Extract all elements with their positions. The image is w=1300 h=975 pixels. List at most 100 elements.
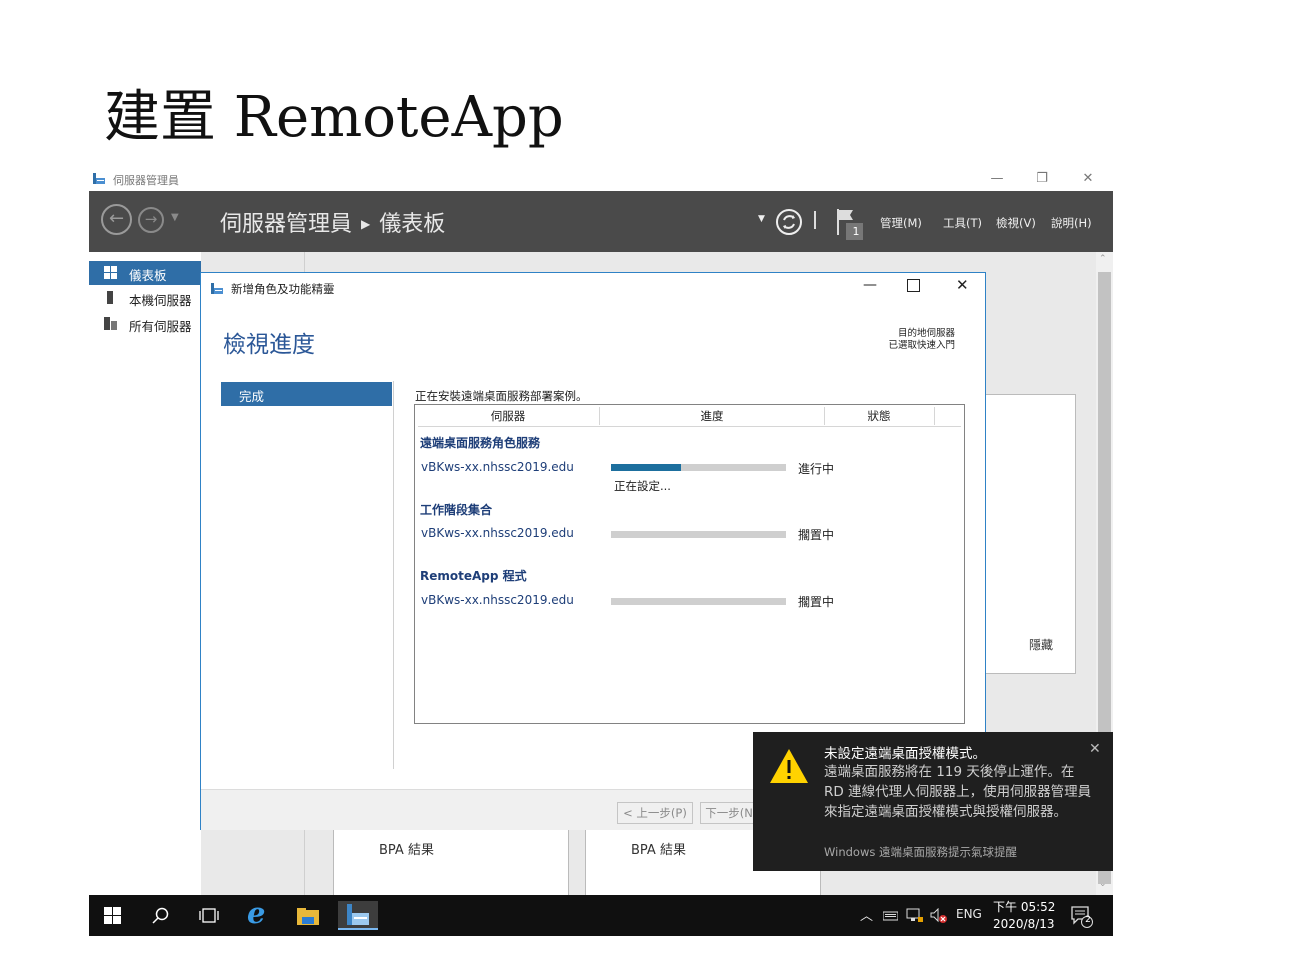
server-name: vBKws-xx.nhssc2019.edu bbox=[421, 460, 574, 474]
sidebar: 儀表板 本機伺服器 所有伺服器 bbox=[89, 252, 201, 896]
sidebar-item-all-servers[interactable]: 所有伺服器 bbox=[89, 312, 201, 336]
group-header: RemoteApp 程式 bbox=[420, 569, 527, 583]
menu-manage[interactable]: 管理(M) bbox=[880, 215, 922, 231]
server-manager-app-icon bbox=[93, 173, 105, 184]
restore-button[interactable]: ❐ bbox=[1027, 168, 1057, 190]
bpa-result-label[interactable]: BPA 結果 bbox=[379, 839, 434, 858]
wizard-close-button[interactable]: ✕ bbox=[956, 276, 969, 294]
server-icon bbox=[107, 291, 113, 304]
wizard-maximize-button[interactable] bbox=[907, 279, 920, 292]
start-icon bbox=[104, 907, 121, 924]
progress-bar bbox=[611, 598, 786, 605]
wizard-separator bbox=[393, 381, 394, 769]
server-manager-header: ← → ▼ 伺服器管理員 ▶ 儀表板 ▼ 1 管理(M) 工具(T) 檢視(V) 說… bbox=[89, 191, 1113, 252]
progress-bar bbox=[611, 531, 786, 538]
internet-explorer-button[interactable]: e bbox=[239, 896, 279, 930]
previous-button[interactable]: < 上一步(P) bbox=[617, 802, 693, 824]
file-explorer-icon bbox=[297, 908, 319, 925]
wizard-heading: 檢視進度 bbox=[223, 332, 315, 358]
progress-table: 伺服器 進度 狀態 遠端桌面服務角色服務 vBKws-xx.nhssc2019.… bbox=[414, 404, 965, 724]
bpa-tile: BPA 結果 bbox=[333, 830, 569, 896]
task-view-button[interactable] bbox=[189, 901, 229, 930]
menu-tools[interactable]: 工具(T) bbox=[943, 215, 982, 231]
wizard-step-complete[interactable]: 完成 bbox=[221, 382, 392, 406]
column-header-progress[interactable]: 進度 bbox=[600, 407, 824, 425]
toast-source: Windows 遠端桌面服務提示氣球提醒 bbox=[824, 845, 1017, 859]
servers-icon bbox=[104, 317, 117, 330]
taskbar-clock[interactable]: 下午 05:52 2020/8/13 bbox=[993, 899, 1055, 933]
taskbar: e ︿ ENG 下午 05:52 2020/8/13 2 bbox=[89, 895, 1113, 936]
server-name: vBKws-xx.nhssc2019.edu bbox=[421, 526, 574, 540]
header-divider bbox=[814, 211, 816, 229]
scroll-up-icon[interactable]: ⌃ bbox=[1099, 254, 1107, 264]
wizard-app-icon bbox=[211, 283, 223, 294]
column-header-status[interactable]: 狀態 bbox=[825, 407, 933, 425]
close-button[interactable]: ✕ bbox=[1073, 168, 1103, 190]
start-button[interactable] bbox=[93, 901, 133, 930]
destination-label: 目的地伺服器 bbox=[897, 328, 955, 339]
wizard-title: 新增角色及功能精靈 bbox=[231, 282, 335, 296]
volume-muted-icon[interactable] bbox=[930, 908, 948, 924]
back-arrow-icon[interactable]: ← bbox=[101, 204, 132, 235]
step-label: 完成 bbox=[239, 389, 265, 404]
server-name: vBKws-xx.nhssc2019.edu bbox=[421, 593, 574, 607]
sidebar-item-label: 本機伺服器 bbox=[129, 293, 192, 308]
file-explorer-button[interactable] bbox=[288, 901, 328, 930]
window-title: 伺服器管理員 bbox=[113, 174, 179, 187]
notification-count: 2 bbox=[1085, 915, 1091, 925]
task-view-icon bbox=[199, 908, 219, 923]
network-icon[interactable] bbox=[906, 908, 924, 924]
status-text: 擱置中 bbox=[798, 528, 835, 542]
keyboard-icon[interactable] bbox=[883, 910, 898, 922]
sidebar-item-local-server[interactable]: 本機伺服器 bbox=[89, 286, 201, 310]
progress-bar bbox=[611, 464, 786, 471]
server-manager-taskbar-button[interactable] bbox=[338, 901, 378, 930]
breadcrumb: 伺服器管理員 ▶ 儀表板 bbox=[220, 206, 445, 238]
notification-count-badge: 1 bbox=[852, 225, 860, 238]
dashboard-panel: 隱藏 bbox=[984, 394, 1076, 674]
header-underline bbox=[418, 426, 961, 427]
search-button[interactable] bbox=[141, 901, 181, 930]
clock-time: 下午 05:52 bbox=[993, 900, 1056, 914]
hide-link[interactable]: 隱藏 bbox=[1029, 636, 1053, 653]
refresh-dropdown-icon[interactable]: ▼ bbox=[758, 214, 765, 224]
dashboard-icon bbox=[104, 266, 117, 279]
status-text: 進行中 bbox=[798, 462, 835, 476]
column-divider bbox=[934, 407, 935, 425]
bpa-result-label[interactable]: BPA 結果 bbox=[631, 839, 686, 858]
chevron-right-icon: ▶ bbox=[361, 217, 371, 231]
notification-toast[interactable]: 未設定遠端桌面授權模式。 遠端桌面服務將在 119 天後停止運作。在 RD 連線… bbox=[753, 732, 1113, 871]
minimize-button[interactable]: — bbox=[982, 168, 1012, 190]
wizard-minimize-button[interactable]: — bbox=[863, 277, 877, 293]
sidebar-item-label: 儀表板 bbox=[129, 268, 167, 283]
breadcrumb-root[interactable]: 伺服器管理員 bbox=[220, 212, 352, 237]
tray-overflow-icon[interactable]: ︿ bbox=[860, 905, 873, 924]
search-icon bbox=[152, 907, 169, 924]
install-description: 正在安裝遠端桌面服務部署案例。 bbox=[415, 389, 588, 403]
group-header: 工作階段集合 bbox=[420, 503, 493, 517]
progress-substatus: 正在設定... bbox=[614, 479, 671, 493]
breadcrumb-current: 儀表板 bbox=[379, 212, 446, 237]
menu-view[interactable]: 檢視(V) bbox=[996, 215, 1036, 231]
group-header: 遠端桌面服務角色服務 bbox=[420, 436, 541, 450]
toast-close-icon[interactable]: ✕ bbox=[1089, 741, 1101, 757]
slide-title: 建置 RemoteApp bbox=[104, 85, 564, 150]
next-button[interactable]: 下一步(N bbox=[700, 802, 757, 824]
menu-help[interactable]: 說明(H) bbox=[1051, 215, 1092, 231]
sidebar-item-label: 所有伺服器 bbox=[129, 319, 192, 334]
status-text: 擱置中 bbox=[798, 595, 835, 609]
toast-body: 遠端桌面服務將在 119 天後停止運作。在 RD 連線代理人伺服器上，使用伺服器… bbox=[824, 764, 1092, 820]
forward-arrow-icon[interactable]: → bbox=[138, 207, 164, 233]
window-titlebar: 伺服器管理員 — ❐ ✕ bbox=[89, 166, 1113, 191]
warning-icon bbox=[770, 749, 808, 783]
history-dropdown-icon[interactable]: ▼ bbox=[171, 212, 179, 223]
toast-title: 未設定遠端桌面授權模式。 bbox=[824, 746, 986, 762]
clock-date: 2020/8/13 bbox=[993, 917, 1055, 931]
destination-server: 目的地伺服器 已選取快速入門 bbox=[888, 328, 955, 352]
input-language[interactable]: ENG bbox=[956, 907, 982, 921]
column-header-server[interactable]: 伺服器 bbox=[418, 407, 598, 425]
server-manager-icon bbox=[347, 904, 369, 925]
sidebar-item-dashboard[interactable]: 儀表板 bbox=[89, 261, 201, 285]
refresh-icon[interactable] bbox=[775, 208, 803, 236]
destination-value: 已選取快速入門 bbox=[888, 340, 955, 351]
